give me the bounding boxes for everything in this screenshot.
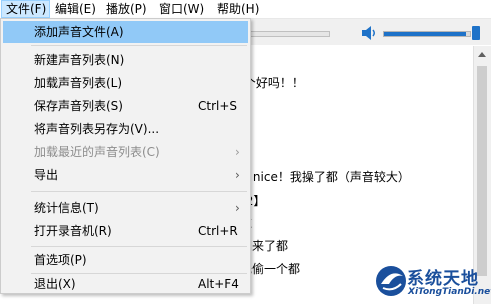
menu-play[interactable]: 播放(P) bbox=[102, 0, 154, 18]
menu-file[interactable]: 文件(F) bbox=[1, 0, 50, 18]
volume-fill bbox=[384, 32, 466, 36]
menu-item-export[interactable]: 导出 › bbox=[3, 164, 248, 186]
menu-item-label: 导出 bbox=[34, 168, 59, 182]
menu-item-exit[interactable]: 退出(X) Alt+F4 bbox=[3, 276, 248, 292]
menu-item-label: 加载最近的声音列表(C) bbox=[34, 145, 160, 159]
speaker-icon[interactable] bbox=[361, 25, 377, 41]
menu-item-label: 打开录音机(R) bbox=[34, 224, 112, 238]
menu-item-label: 统计信息(T) bbox=[34, 201, 99, 215]
scrollbar-thumb[interactable] bbox=[477, 66, 487, 276]
menu-item-save-sound-list-as[interactable]: 将声音列表另存为(V)... bbox=[3, 118, 248, 140]
volume-slider-handle[interactable] bbox=[472, 26, 480, 40]
volume-slider[interactable] bbox=[383, 31, 471, 37]
menu-item-label: 保存声音列表(S) bbox=[34, 99, 123, 113]
menu-separator bbox=[31, 246, 247, 247]
menu-item-preferences[interactable]: 首选项(P) bbox=[3, 249, 248, 271]
menu-bar: 文件(F) 编辑(E) 播放(P) 窗口(W) 帮助(H) bbox=[0, 0, 491, 19]
menu-separator bbox=[31, 45, 247, 46]
menu-item-label: 退出(X) bbox=[34, 277, 76, 291]
menu-item-save-sound-list[interactable]: 保存声音列表(S) Ctrl+S bbox=[3, 95, 248, 117]
menu-edit[interactable]: 编辑(E) bbox=[51, 0, 101, 18]
menu-item-add-sound-file[interactable]: 添加声音文件(A) bbox=[3, 21, 248, 43]
file-menu-dropdown: 添加声音文件(A) 新建声音列表(N) 加载声音列表(L) 保存声音列表(S) … bbox=[0, 18, 251, 294]
menu-item-label: 新建声音列表(N) bbox=[34, 53, 125, 67]
menu-item-load-sound-list[interactable]: 加载声音列表(L) bbox=[3, 72, 248, 94]
menu-item-new-sound-list[interactable]: 新建声音列表(N) bbox=[3, 49, 248, 71]
menu-item-statistics[interactable]: 统计信息(T) › bbox=[3, 197, 248, 219]
menu-item-label: 添加声音文件(A) bbox=[34, 25, 124, 39]
menu-item-label: 将声音列表另存为(V)... bbox=[34, 122, 160, 136]
menu-help[interactable]: 帮助(H) bbox=[213, 0, 269, 18]
watermark-url: XiTongTianDi.net bbox=[408, 287, 491, 297]
menu-item-load-recent-list: 加载最近的声音列表(C) › bbox=[3, 141, 248, 163]
menu-item-shortcut: Ctrl+R bbox=[198, 224, 238, 238]
menu-item-label: 首选项(P) bbox=[34, 253, 87, 267]
menu-item-open-recorder[interactable]: 打开录音机(R) Ctrl+R bbox=[3, 220, 248, 242]
scroll-up-arrow-icon[interactable] bbox=[478, 52, 486, 57]
menu-item-shortcut: Alt+F4 bbox=[198, 277, 239, 291]
watermark-title: 系统天地 bbox=[407, 269, 479, 289]
menu-separator bbox=[31, 273, 247, 274]
chevron-right-icon: › bbox=[235, 145, 240, 159]
menu-item-label: 加载声音列表(L) bbox=[34, 76, 123, 90]
chevron-right-icon: › bbox=[235, 201, 240, 215]
menu-window[interactable]: 窗口(W) bbox=[155, 0, 212, 18]
chevron-right-icon: › bbox=[235, 168, 240, 182]
menu-item-shortcut: Ctrl+S bbox=[198, 99, 238, 113]
menu-separator bbox=[31, 191, 247, 192]
seek-bar[interactable] bbox=[244, 31, 330, 37]
